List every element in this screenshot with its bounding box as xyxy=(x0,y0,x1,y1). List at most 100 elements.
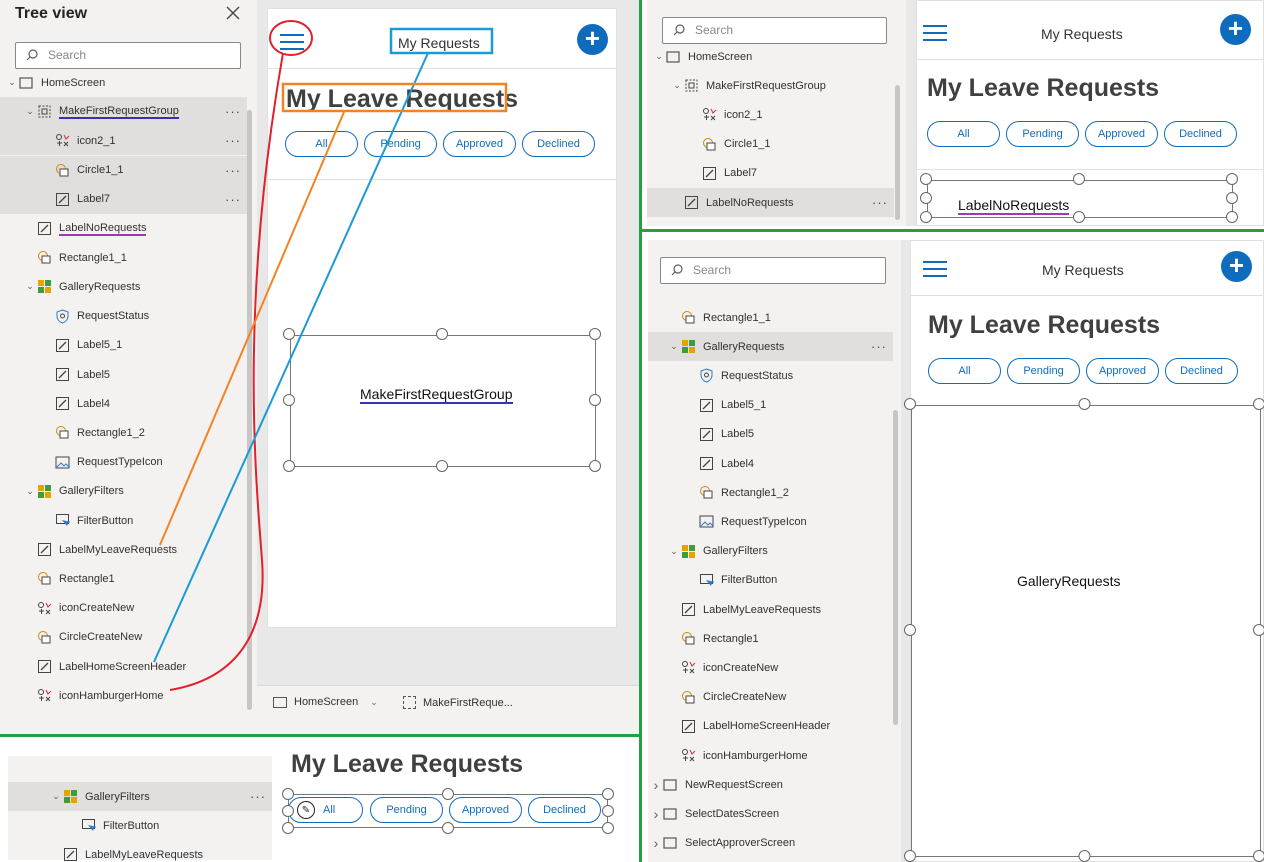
chevron-down-icon[interactable]: ⌄ xyxy=(24,106,36,117)
create-new-button[interactable]: + xyxy=(577,24,608,55)
filter-declined-button[interactable]: Declined xyxy=(522,131,595,157)
search-input[interactable]: Search xyxy=(15,42,241,69)
tree-item-circle1-1[interactable]: Circle1_1 ··· xyxy=(0,155,247,185)
create-new-button[interactable]: + xyxy=(1221,251,1252,282)
tree-item-circle-create-new[interactable]: CircleCreateNew xyxy=(648,683,893,712)
filter-declined-button[interactable]: Declined xyxy=(1164,121,1237,147)
tree-item-filter-button[interactable]: FilterButton xyxy=(0,506,247,535)
chevron-down-icon[interactable]: ⌄ xyxy=(6,77,18,88)
tree-item-request-status[interactable]: RequestStatus xyxy=(648,361,893,390)
tree-item-label-my-leave-requests[interactable]: LabelMyLeaveRequests xyxy=(8,840,272,862)
filter-all-button[interactable]: All xyxy=(928,358,1001,384)
hamburger-icon[interactable] xyxy=(923,25,947,41)
more-options-icon[interactable]: ··· xyxy=(250,789,266,804)
tree-item-label4[interactable]: Label4 xyxy=(648,449,893,478)
tree-item-gallery-filters[interactable]: ⌄ GalleryFilters xyxy=(648,537,893,566)
filter-all-button[interactable]: ✎ All xyxy=(288,797,363,823)
edit-icon[interactable]: ✎ xyxy=(297,801,315,819)
tree-item-rectangle1-2[interactable]: Rectangle1_2 xyxy=(648,478,893,507)
tree-item-icon2-1[interactable]: icon2_1 ··· xyxy=(0,126,247,156)
tree-item-home-screen[interactable]: ⌄ HomeScreen xyxy=(0,68,247,97)
tree-item-icon-create-new[interactable]: iconCreateNew xyxy=(648,653,893,682)
more-options-icon[interactable]: ··· xyxy=(225,133,241,148)
tree-item-label-home-screen-header[interactable]: LabelHomeScreenHeader xyxy=(648,712,893,741)
br-search-input[interactable]: Search xyxy=(660,257,886,284)
tree-item-select-dates-screen[interactable]: › SelectDatesScreen xyxy=(648,799,893,828)
tree-item-label4[interactable]: Label4 xyxy=(0,389,247,418)
more-options-icon[interactable]: ··· xyxy=(871,339,887,354)
tree-item-select-approver-screen[interactable]: › SelectApproverScreen xyxy=(648,829,893,858)
filter-pending-button[interactable]: Pending xyxy=(364,131,437,157)
tree-item-rectangle1-2[interactable]: Rectangle1_2 xyxy=(0,418,247,447)
tree-item-circle-create-new[interactable]: CircleCreateNew xyxy=(0,623,247,652)
tree-item-rectangle1-1[interactable]: Rectangle1_1 xyxy=(0,243,247,272)
hamburger-icon[interactable] xyxy=(923,261,947,277)
more-options-icon[interactable]: ··· xyxy=(225,192,241,207)
filter-approved-button[interactable]: Approved xyxy=(1085,121,1158,147)
tree-item-label5-1[interactable]: Label5_1 xyxy=(648,391,893,420)
tree-item-icon-hamburger-home[interactable]: iconHamburgerHome xyxy=(648,741,893,770)
tree-item-icon-create-new[interactable]: iconCreateNew xyxy=(0,594,247,623)
breadcrumb-screen[interactable]: HomeScreen ⌄ xyxy=(273,696,378,708)
tree-item-gallery-filters[interactable]: ⌄ GalleryFilters xyxy=(0,477,247,506)
tree-item-icon-hamburger-home[interactable]: iconHamburgerHome xyxy=(0,681,247,710)
tree-item-label-my-leave-requests[interactable]: LabelMyLeaveRequests xyxy=(0,535,247,564)
more-options-icon[interactable]: ··· xyxy=(225,104,241,119)
gallery-selection-box[interactable] xyxy=(911,405,1261,857)
tree-item-label7[interactable]: Label7 ··· xyxy=(0,184,247,214)
tree-item-request-status[interactable]: RequestStatus xyxy=(0,302,247,331)
filter-pending-button[interactable]: Pending xyxy=(1006,121,1079,147)
chevron-down-icon[interactable]: ⌄ xyxy=(50,791,62,802)
chevron-down-icon[interactable]: ⌄ xyxy=(653,51,665,62)
chevron-down-icon[interactable]: ⌄ xyxy=(668,341,680,352)
filter-pending-button[interactable]: Pending xyxy=(1007,358,1080,384)
filter-approved-button[interactable]: Approved xyxy=(449,797,522,823)
tree-item-gallery-filters[interactable]: ⌄ GalleryFilters ··· xyxy=(8,782,272,811)
filter-all-button[interactable]: All xyxy=(285,131,358,157)
tree-item-request-type-icon[interactable]: RequestTypeIcon xyxy=(648,507,893,536)
tree-item-gallery-requests[interactable]: ⌄ GalleryRequests xyxy=(0,272,247,301)
tree-item-label-my-leave-requests[interactable]: LabelMyLeaveRequests xyxy=(648,595,893,624)
filter-declined-button[interactable]: Declined xyxy=(528,797,601,823)
more-options-icon[interactable]: ··· xyxy=(872,195,888,210)
chevron-down-icon[interactable]: ⌄ xyxy=(671,80,683,91)
filter-all-button[interactable]: All xyxy=(927,121,1000,147)
filter-approved-button[interactable]: Approved xyxy=(1086,358,1159,384)
filter-approved-button[interactable]: Approved xyxy=(443,131,516,157)
tree-item-rectangle1[interactable]: Rectangle1 xyxy=(0,564,247,593)
tree-item-label5[interactable]: Label5 xyxy=(0,360,247,389)
tr-search-input[interactable]: Search xyxy=(662,17,887,44)
tree-item-leave-details-screen[interactable]: ›LeaveDetailsScreen xyxy=(648,858,893,862)
tree-item-make-first-request-group[interactable]: ⌄ MakeFirstRequestGroup xyxy=(647,71,894,100)
close-icon[interactable] xyxy=(226,6,240,20)
tree-item-filter-button[interactable]: FilterButton xyxy=(8,811,272,840)
tree-item-label-no-requests[interactable]: LabelNoRequests xyxy=(0,214,247,243)
hamburger-icon[interactable] xyxy=(280,34,304,50)
tree-item-make-first-request-group[interactable]: ⌄ MakeFirstRequestGroup ··· xyxy=(0,97,247,127)
tree-item-label5[interactable]: Label5 xyxy=(648,420,893,449)
tree-item-home-screen[interactable]: ⌄ HomeScreen xyxy=(647,42,894,71)
tree-item-label5-1[interactable]: Label5_1 xyxy=(0,331,247,360)
chevron-right-icon[interactable]: › xyxy=(650,777,662,793)
tree-item-label-home-screen-header[interactable]: LabelHomeScreenHeader xyxy=(0,652,247,681)
scrollbar[interactable] xyxy=(895,85,900,220)
filter-declined-button[interactable]: Declined xyxy=(1165,358,1238,384)
tree-item-rectangle1[interactable]: Rectangle1 xyxy=(648,624,893,653)
scrollbar[interactable] xyxy=(247,110,252,710)
tree-item-request-type-icon[interactable]: RequestTypeIcon xyxy=(0,448,247,477)
tree-item-circle1-1[interactable]: Circle1_1 xyxy=(647,130,894,159)
create-new-button[interactable]: + xyxy=(1220,14,1251,45)
tree-item-label-no-requests[interactable]: LabelNoRequests ··· xyxy=(647,188,894,217)
tree-item-rectangle1-1[interactable]: Rectangle1_1 xyxy=(648,303,893,332)
tree-item-icon2-1[interactable]: icon2_1 xyxy=(647,100,894,129)
tree-item-new-request-screen[interactable]: › NewRequestScreen xyxy=(648,770,893,799)
breadcrumb-group[interactable]: MakeFirstReque... xyxy=(403,696,513,709)
tree-item-filter-button[interactable]: FilterButton xyxy=(648,566,893,595)
chevron-down-icon[interactable]: ⌄ xyxy=(668,546,680,557)
chevron-right-icon[interactable]: › xyxy=(650,806,662,822)
chevron-down-icon[interactable]: ⌄ xyxy=(24,486,36,497)
tree-item-gallery-requests[interactable]: ⌄ GalleryRequests ··· xyxy=(648,332,893,362)
chevron-down-icon[interactable]: ⌄ xyxy=(24,281,36,292)
more-options-icon[interactable]: ··· xyxy=(225,163,241,178)
scrollbar[interactable] xyxy=(893,410,898,725)
